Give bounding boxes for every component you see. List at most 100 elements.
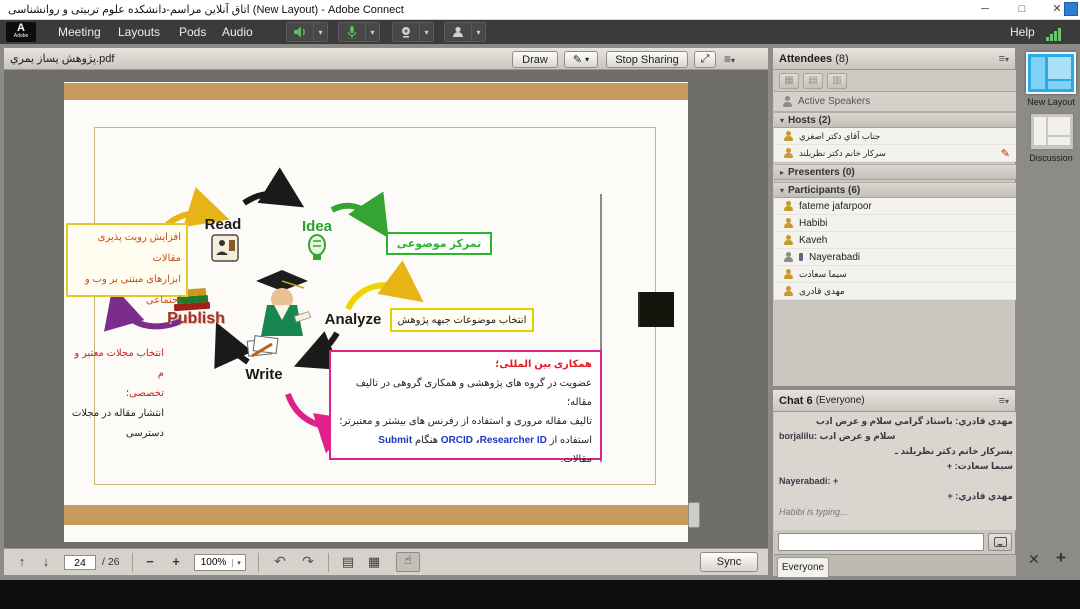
speaker-control[interactable]: ▾ (286, 22, 328, 42)
host-row[interactable]: جناب آقاي دکتر اصغري (774, 128, 1016, 145)
raise-hand-control[interactable]: ▾ (444, 22, 486, 42)
minimize-button[interactable]: ─ (970, 0, 1000, 19)
host-row[interactable]: سرکار خانم دکتر نظربلند ✎ (774, 145, 1016, 162)
active-speakers-row: Active Speakers (774, 92, 1016, 112)
attendees-pod: Attendees (8) ≡▾ ▦ ▤ ▥ Active Speakers ▾… (772, 47, 1016, 387)
microphone-control[interactable]: ▾ (338, 22, 380, 42)
page-number-input[interactable] (64, 555, 96, 570)
sync-button[interactable]: Sync (700, 552, 758, 572)
attendees-toolbar: ▦ ▤ ▥ (774, 70, 1016, 92)
windows-taskbar: X W 94°F ^ ✎ ENG 8:59 PM 6/14/2022 (0, 580, 1080, 609)
zoom-out-icon[interactable]: − (140, 554, 160, 569)
attendees-view-grid-icon[interactable]: ▦ (779, 73, 799, 89)
person-dropdown-icon[interactable]: ▾ (471, 23, 485, 41)
attendees-count: (8) (835, 53, 848, 65)
chat-tab-bar: Everyone (774, 554, 1016, 576)
user-icon (783, 218, 793, 229)
connection-signal-icon[interactable] (1046, 28, 1061, 41)
attendees-title: Attendees (779, 53, 832, 65)
attendees-view-list-icon[interactable]: ▤ (803, 73, 823, 89)
participant-row[interactable]: Habibi (774, 215, 1016, 232)
adobe-logo-icon: A Adobe (6, 22, 36, 42)
layout-label-new: New Layout (1016, 97, 1080, 107)
chat-bubble-icon (994, 537, 1007, 547)
dark-overlay-box (638, 292, 674, 327)
stop-sharing-button[interactable]: Stop Sharing (606, 51, 688, 68)
hosts-group-header[interactable]: ▾ Hosts (2) (774, 112, 1016, 128)
next-page-icon[interactable]: ↓ (36, 554, 56, 569)
speaker-dropdown-icon[interactable]: ▾ (313, 23, 327, 41)
send-message-button[interactable] (988, 533, 1012, 551)
cycle-label-read: Read (192, 216, 254, 233)
presenters-group-header[interactable]: ▸ Presenters (0) (774, 164, 1016, 180)
share-pod-menu-icon[interactable]: ≡▾ (724, 52, 735, 66)
pen-dropdown-icon: ▾ (585, 55, 589, 64)
microphone-dropdown-icon[interactable]: ▾ (365, 23, 379, 41)
active-speakers-label: Active Speakers (798, 96, 870, 107)
pink-callout-box: همکاری بین المللی؛ عضویت در گروه های پژو… (329, 350, 602, 460)
collapse-icon: ▸ (780, 168, 784, 177)
webcam-icon[interactable] (393, 23, 419, 41)
fullscreen-icon[interactable]: ⤢ (694, 51, 716, 68)
shared-document-title: پژوهش يساز يمري.pdf (10, 52, 114, 65)
share-pod: پژوهش يساز يمري.pdf Draw ✎▾ Stop Sharing… (3, 47, 769, 575)
layout-thumb-new-layout[interactable] (1026, 52, 1076, 94)
window-title: اتاق آنلاین مراسم-دانشکده علوم تربیتی و … (8, 3, 404, 16)
participant-row[interactable]: مهدی قادری (774, 283, 1016, 300)
attendees-pod-header: Attendees (8) ≡▾ (773, 48, 1015, 70)
mobile-user-icon (783, 252, 793, 263)
chat-message: مهدي قادري: + (779, 491, 1013, 502)
speaker-icon[interactable] (287, 23, 313, 41)
participants-group-header[interactable]: ▾ Participants (6) (774, 182, 1016, 198)
viewer-scrollbar[interactable] (688, 502, 700, 528)
attendees-pod-menu-icon[interactable]: ≡▾ (999, 53, 1009, 65)
collapse-icon: ▾ (780, 116, 784, 125)
menu-help[interactable]: Help (1010, 25, 1035, 39)
menu-audio[interactable]: Audio (222, 25, 253, 39)
participant-row[interactable]: Kaveh (774, 232, 1016, 249)
layout-label-discussion: Discussion (1016, 153, 1080, 163)
chat-pod-menu-icon[interactable]: ≡▾ (999, 395, 1009, 407)
page-layout-icon[interactable]: ▤ (338, 554, 358, 570)
layout-thumb-discussion[interactable] (1030, 113, 1074, 150)
zoom-in-icon[interactable]: + (166, 554, 186, 569)
draw-button[interactable]: Draw (512, 51, 558, 68)
left-top-callout-box: افزایش رویت پذیری مقالات ابزارهای مبتنی … (66, 223, 188, 297)
annotation-pen-button[interactable]: ✎▾ (564, 51, 598, 68)
chat-scope: (Everyone) (816, 395, 865, 406)
webcam-control[interactable]: ▾ (392, 22, 434, 42)
zoom-level-select[interactable]: 100% ▾ (194, 554, 246, 571)
cycle-label-publish: Publish (156, 310, 236, 328)
user-icon (783, 235, 793, 246)
redo-icon[interactable]: ↷ (298, 553, 318, 570)
stage-close-icon[interactable]: ✕ (1028, 551, 1040, 568)
person-status-icon[interactable] (445, 23, 471, 41)
user-icon (783, 148, 793, 159)
attendees-view-status-icon[interactable]: ▥ (827, 73, 847, 89)
maximize-button[interactable]: □ (1007, 0, 1037, 19)
pen-icon: ✎ (573, 53, 582, 66)
chat-tab-everyone[interactable]: Everyone (777, 557, 829, 577)
chat-messages[interactable]: مهدي قادري: باستاد گرامي سلام و عرض ادب … (774, 412, 1016, 530)
webcam-dropdown-icon[interactable]: ▾ (419, 23, 433, 41)
previous-page-icon[interactable]: ↑ (12, 554, 32, 569)
hand-tool-icon[interactable]: ☝ (396, 552, 420, 572)
undo-icon[interactable]: ↶ (270, 553, 290, 570)
chat-message: بسرکار خانم دکتر نظربلند ـ (779, 446, 1013, 457)
participant-row[interactable]: fateme jafarpoor (774, 198, 1016, 215)
page-total-label: / 26 (102, 556, 120, 568)
participant-row[interactable]: Nayerabadi (774, 249, 1016, 266)
user-icon (783, 286, 793, 297)
menu-meeting[interactable]: Meeting (58, 25, 101, 39)
menu-pods[interactable]: Pods (179, 25, 206, 39)
chat-input[interactable] (778, 533, 984, 551)
grid-view-icon[interactable]: ▦ (364, 554, 384, 570)
yellow-callout-box: انتخاب موضوعات جبهه پژوهش (390, 308, 534, 332)
chat-message: Nayerabadi: + (779, 476, 1013, 487)
microphone-icon[interactable] (339, 23, 365, 41)
stage-add-icon[interactable]: + (1056, 548, 1066, 568)
chat-message: مهدي قادري: باستاد گرامي سلام و عرض ادب (779, 416, 1013, 427)
participant-row[interactable]: سیما سعادت (774, 266, 1016, 283)
pdf-slide: Read Idea Analyze Write Publish تمرکز مو… (64, 82, 688, 542)
menu-layouts[interactable]: Layouts (118, 25, 160, 39)
